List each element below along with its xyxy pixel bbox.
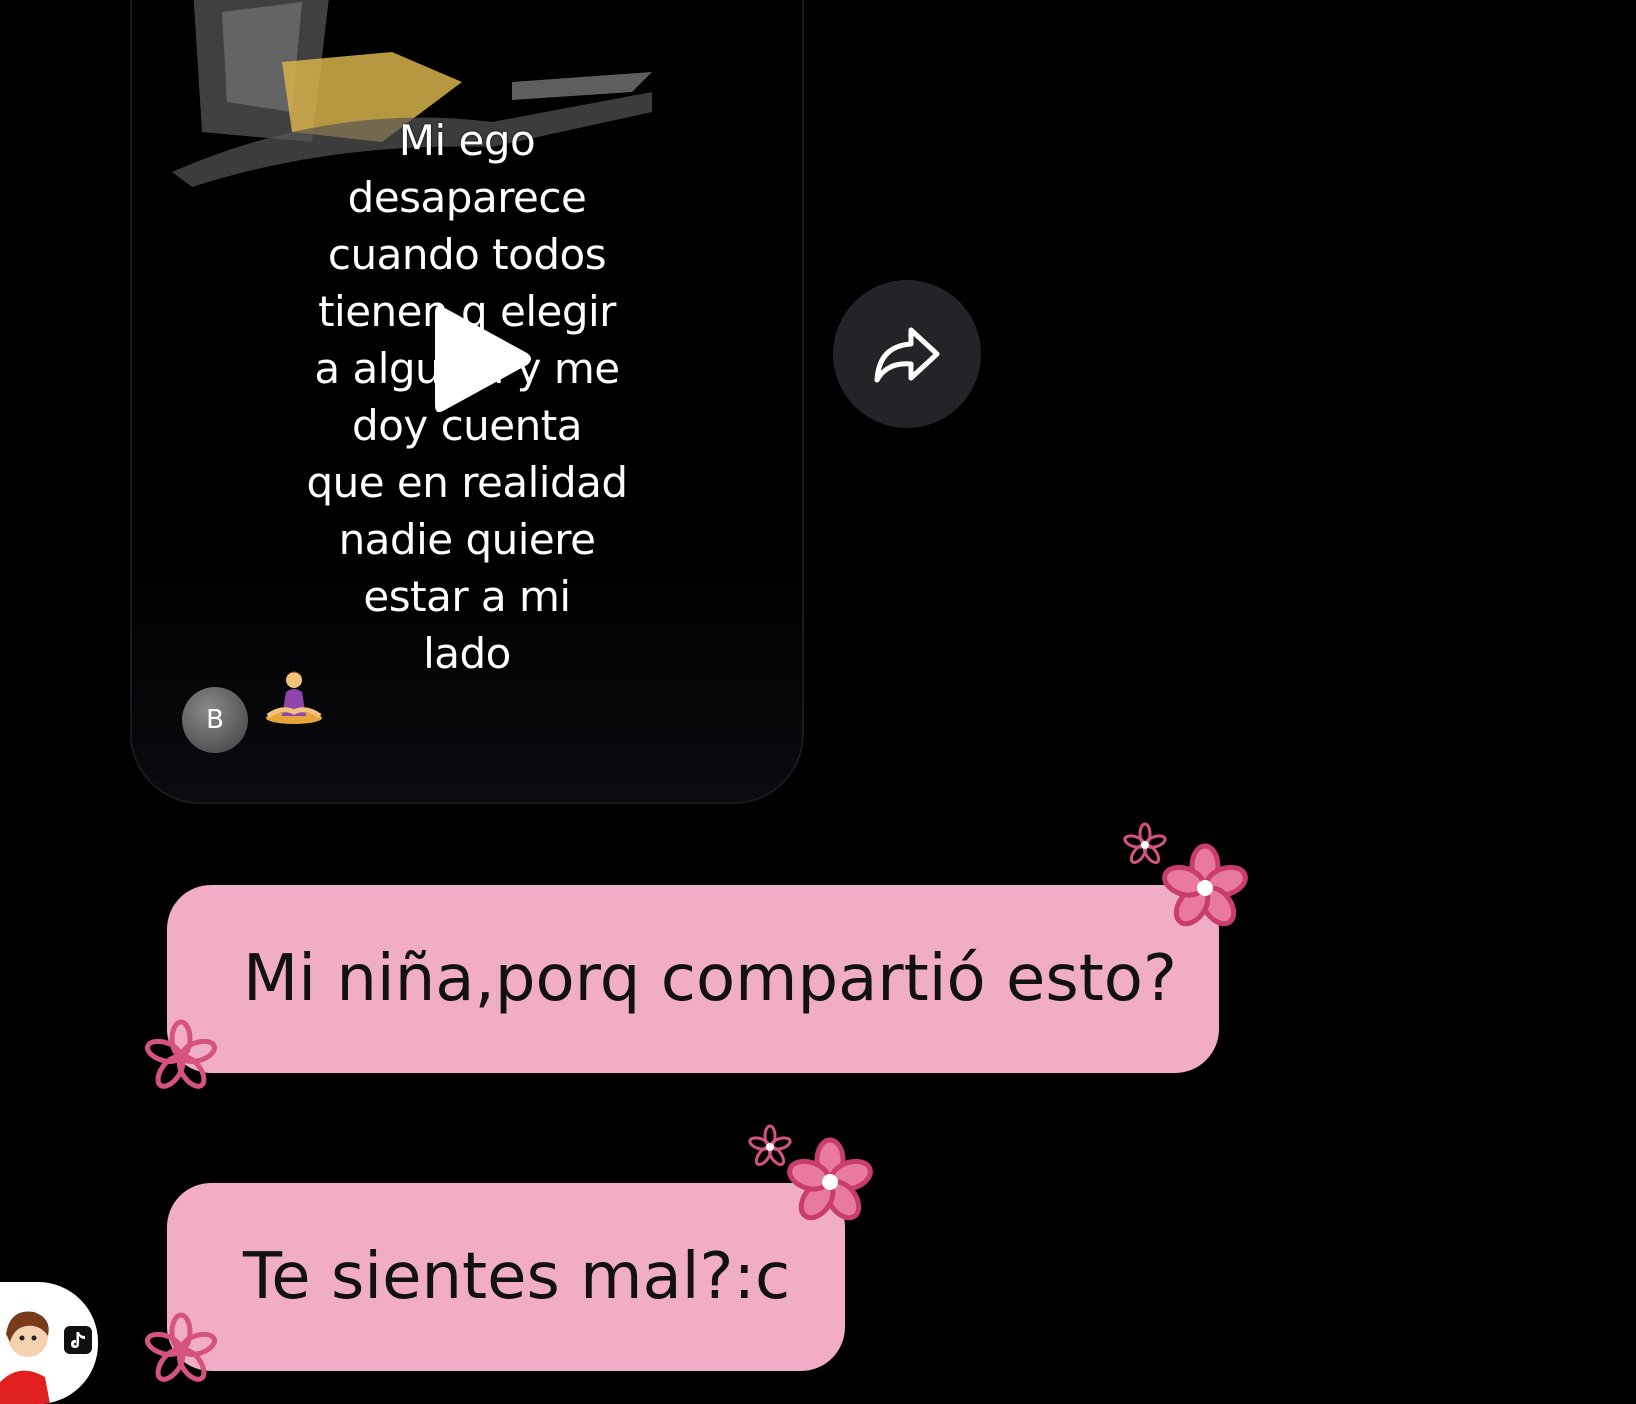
- flower-icon: [144, 1312, 218, 1382]
- shared-video-card[interactable]: Mi ego desaparece cuando todos tienen q …: [130, 0, 804, 804]
- flower-icon: [787, 1137, 873, 1221]
- flower-icon: [144, 1019, 218, 1089]
- share-button[interactable]: [833, 280, 981, 428]
- play-icon[interactable]: [427, 299, 537, 419]
- share-arrow-icon: [874, 327, 940, 383]
- author-avatar[interactable]: B: [182, 687, 248, 753]
- user-avatar[interactable]: [0, 1282, 98, 1404]
- tiktok-icon: [64, 1326, 92, 1354]
- message-bubble[interactable]: Te sientes mal?:c: [167, 1183, 845, 1371]
- message-bubble[interactable]: Mi niña,porq compartió esto?: [167, 885, 1219, 1073]
- message-text: Mi niña,porq compartió esto?: [243, 942, 1177, 1016]
- flower-icon: [1162, 843, 1248, 927]
- person-in-lotus-position-icon: [266, 671, 322, 724]
- message-text: Te sientes mal?:c: [243, 1240, 791, 1314]
